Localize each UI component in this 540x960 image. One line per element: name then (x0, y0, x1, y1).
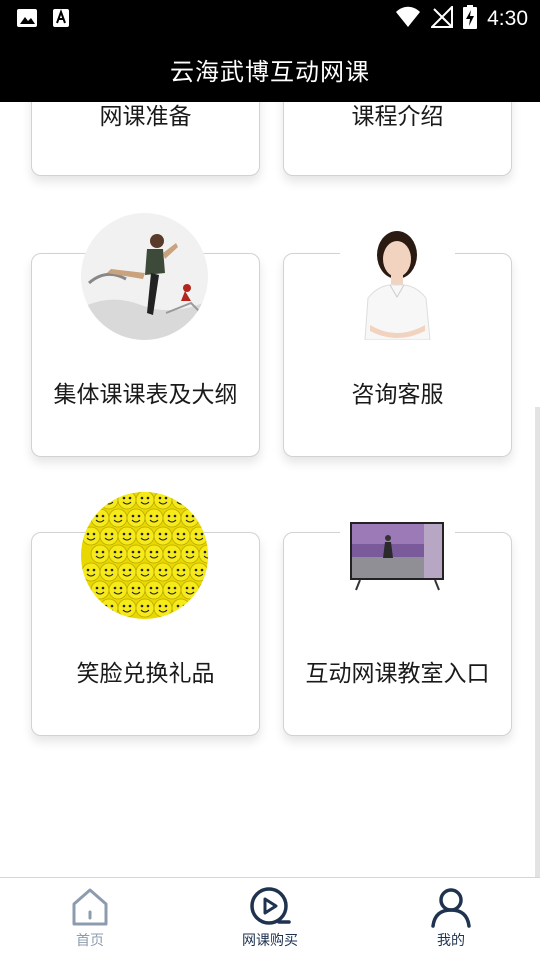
card-course-prep[interactable]: 网课准备 (31, 102, 260, 176)
martial-arts-kick-photo (81, 213, 208, 340)
card-label: 互动网课教室入口 (305, 661, 490, 687)
card-label: 集体课课表及大纲 (53, 382, 238, 408)
card-label: 咨询客服 (351, 382, 444, 408)
user-icon (431, 888, 471, 928)
battery-charging-icon (463, 5, 478, 33)
nav-item-home[interactable]: 首页 (30, 886, 150, 950)
nav-label: 我的 (437, 933, 465, 949)
image-icon (16, 8, 38, 32)
no-signal-icon (429, 4, 454, 32)
smiley-faces-photo (81, 492, 208, 619)
status-time: 4:30 (487, 7, 528, 30)
nav-item-course-purchase[interactable]: 网课购买 (210, 886, 330, 950)
nav-label: 首页 (76, 933, 104, 949)
status-bar: 4:30 (0, 0, 540, 36)
tv-classroom-photo (340, 512, 455, 594)
card-label: 笑脸兑换礼品 (76, 661, 215, 687)
nav-item-me[interactable]: 我的 (391, 886, 511, 950)
card-label: 网课准备 (99, 104, 192, 130)
customer-service-woman-photo (340, 213, 455, 340)
font-a-icon (52, 8, 70, 32)
menu-grid[interactable]: 网课准备 课程介绍 集体课课表及大纲 咨询客服 笑脸兑换礼品 互动网课教室入口 (0, 102, 540, 877)
play-circle-icon (250, 887, 291, 925)
home-icon (72, 888, 108, 926)
wifi-icon (395, 6, 421, 32)
page-title: 云海武博互动网课 (170, 57, 370, 86)
scrollbar[interactable] (535, 407, 540, 877)
nav-label: 网课购买 (242, 933, 298, 949)
bottom-nav: 首页 网课购买 我的 (0, 877, 540, 960)
card-course-intro[interactable]: 课程介绍 (283, 102, 512, 176)
card-label: 课程介绍 (351, 104, 444, 130)
app-header: 云海武博互动网课 (0, 36, 540, 102)
